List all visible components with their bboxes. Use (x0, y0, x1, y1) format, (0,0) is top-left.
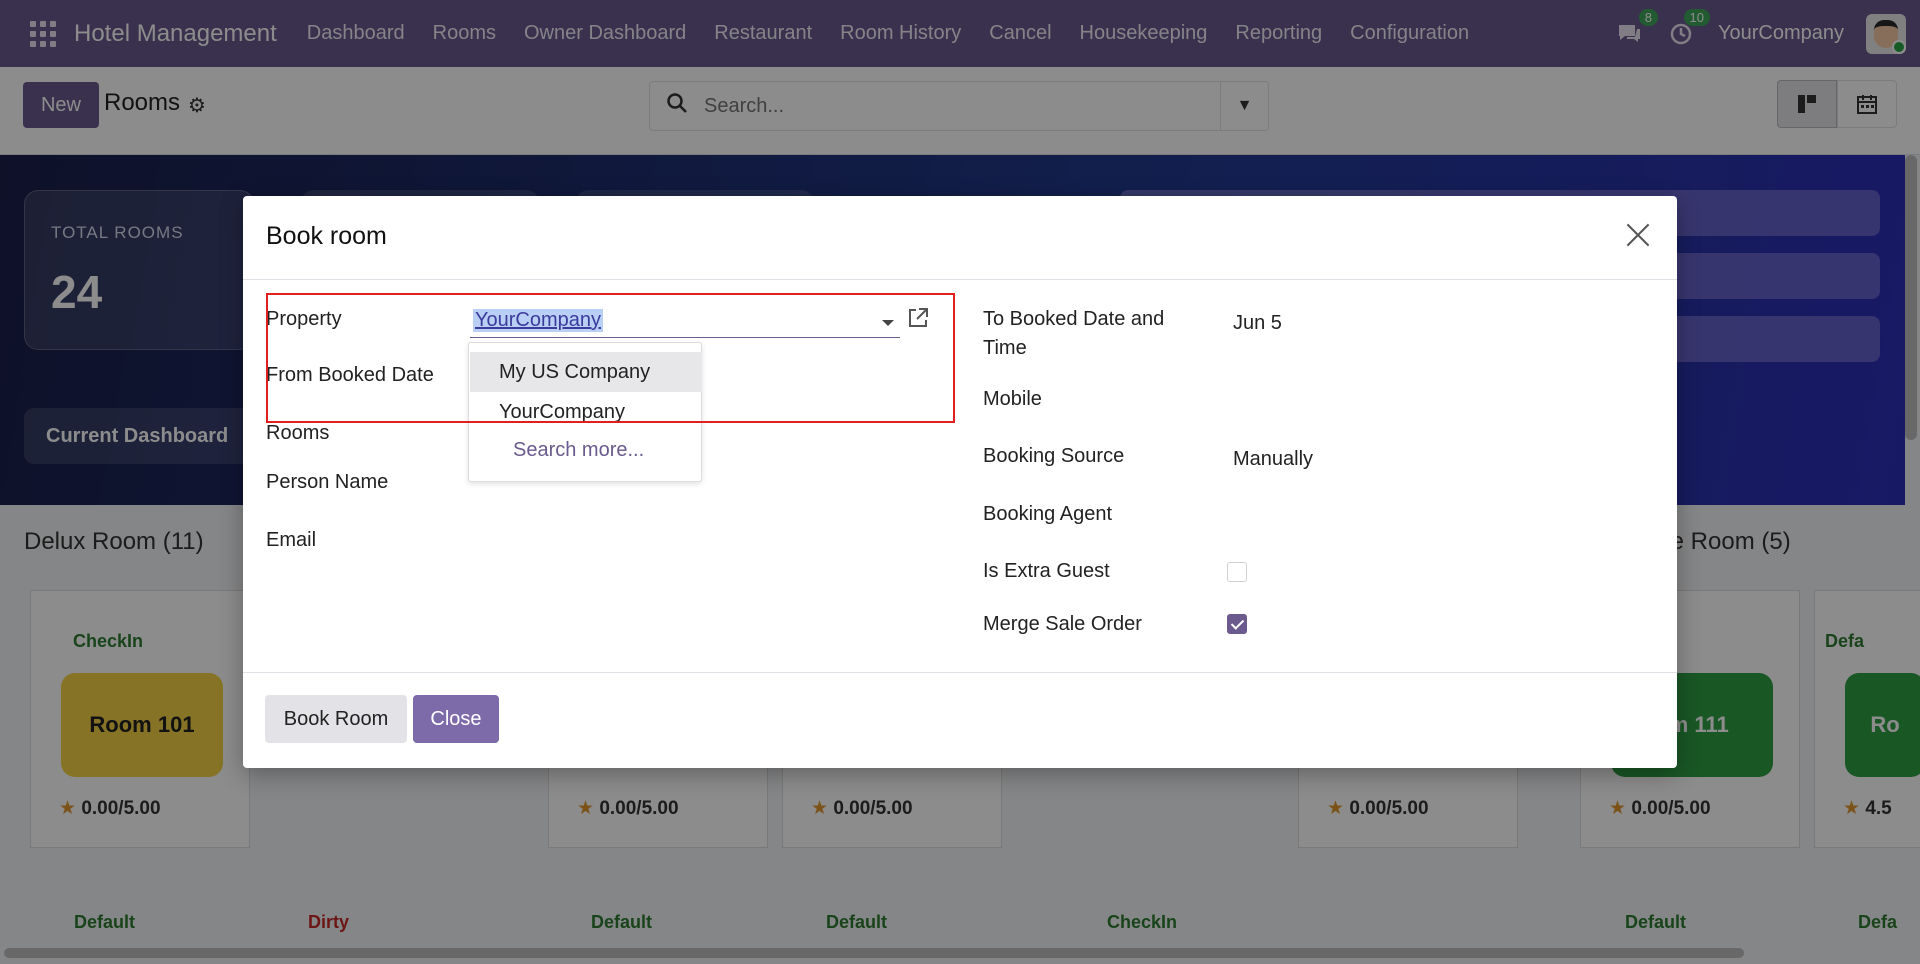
email-label: Email (266, 529, 317, 551)
property-label: Property (266, 308, 342, 330)
property-field[interactable]: YourCompany (470, 306, 900, 338)
close-button[interactable]: Close (413, 695, 499, 743)
dialog-footer: Book Room Close (243, 672, 1677, 768)
booking-source-label: Booking Source (983, 445, 1125, 467)
external-link-icon[interactable] (906, 306, 932, 332)
extra-guest-checkbox[interactable] (1227, 562, 1247, 582)
book-room-dialog: Book room Property YourCompany From Book… (243, 196, 1677, 768)
from-date-label: From Booked Date (266, 364, 434, 386)
search-more-link[interactable]: Search more... (513, 439, 644, 462)
dropdown-option-my-us-company[interactable]: My US Company (470, 352, 702, 392)
to-date-value[interactable]: Jun 5 (1233, 312, 1282, 335)
extra-guest-label: Is Extra Guest (983, 560, 1110, 582)
merge-sale-order-checkbox[interactable] (1227, 614, 1247, 634)
close-icon[interactable] (1621, 218, 1655, 252)
book-room-button[interactable]: Book Room (265, 695, 407, 743)
booking-source-value[interactable]: Manually (1233, 448, 1313, 471)
person-name-label: Person Name (266, 471, 389, 493)
mobile-label: Mobile (983, 388, 1042, 410)
property-value[interactable]: YourCompany (473, 309, 604, 332)
dropdown-option-yourcompany[interactable]: YourCompany (470, 392, 702, 432)
booking-agent-label: Booking Agent (983, 503, 1112, 525)
dialog-header: Book room (243, 196, 1677, 280)
rooms-label: Rooms (266, 422, 330, 444)
dialog-title: Book room (266, 222, 387, 250)
to-date-label: To Booked Date and Time (983, 308, 1165, 359)
merge-sale-order-label: Merge Sale Order (983, 613, 1142, 635)
chevron-down-icon[interactable] (882, 320, 894, 326)
property-dropdown: My US Company YourCompany Search more... (468, 342, 702, 482)
